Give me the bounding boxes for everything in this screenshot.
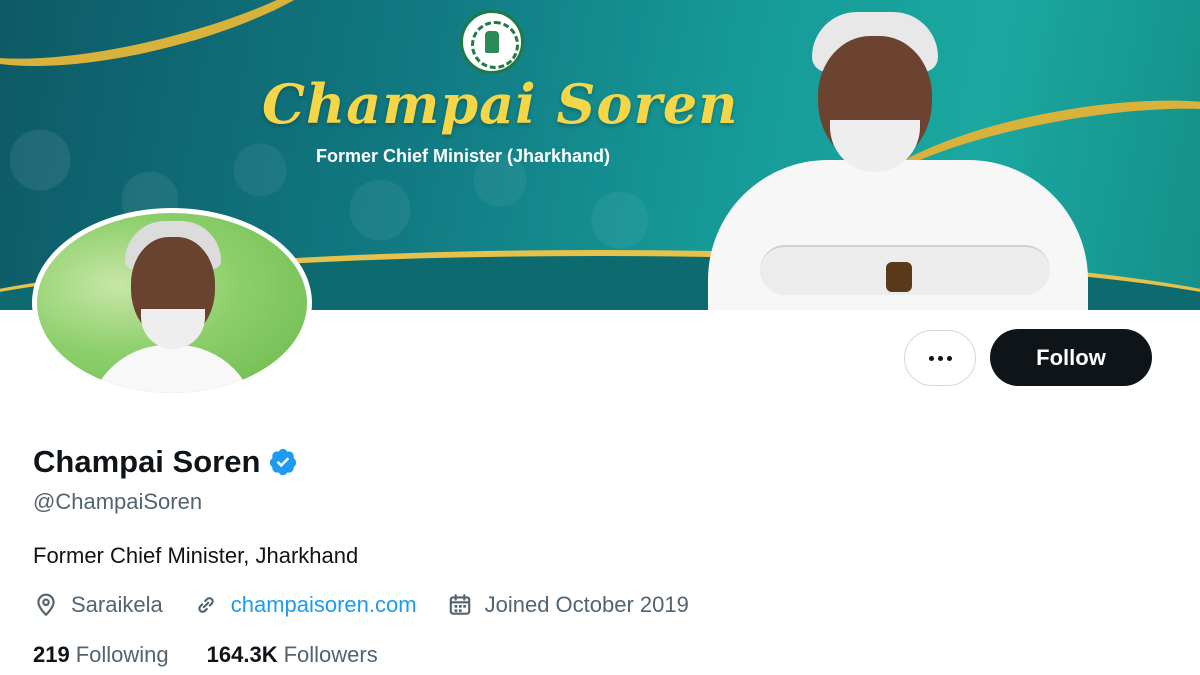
website-link[interactable]: champaisoren.com xyxy=(231,592,417,618)
more-options-button[interactable] xyxy=(904,330,976,386)
calendar-icon xyxy=(449,594,470,615)
joined-item: Joined October 2019 xyxy=(447,592,689,618)
banner-subtitle: Former Chief Minister (Jharkhand) xyxy=(316,146,611,166)
profile-name: Champai Soren xyxy=(33,444,261,479)
link-icon xyxy=(198,597,214,613)
location-text: Saraikela xyxy=(71,592,163,617)
profile-avatar[interactable] xyxy=(32,208,312,398)
followers-label: Followers xyxy=(283,642,378,667)
follow-stats: 219 Following 164.3K Followers xyxy=(33,642,378,668)
location-item: Saraikela xyxy=(33,592,163,618)
following-label: Following xyxy=(75,642,169,667)
profile-handle: @ChampaiSoren xyxy=(33,489,203,514)
followers-count: 164.3K xyxy=(206,642,278,667)
profile-meta-row: Saraikela champaisoren.com Joined Octobe… xyxy=(33,592,719,618)
following-link[interactable]: 219 Following xyxy=(33,642,169,668)
verified-badge-icon[interactable] xyxy=(268,447,298,477)
profile-bio: Former Chief Minister, Jharkhand xyxy=(33,543,359,568)
banner-title: Champai Soren xyxy=(262,72,739,136)
party-emblem-logo xyxy=(460,10,524,74)
followers-link[interactable]: 164.3K Followers xyxy=(207,642,378,668)
location-pin-icon xyxy=(37,593,55,617)
profile-name-row: Champai Soren xyxy=(33,444,298,480)
joined-text: Joined October 2019 xyxy=(484,592,689,617)
more-dots-icon xyxy=(928,355,952,361)
following-count: 219 xyxy=(33,642,70,667)
banner-portrait xyxy=(700,0,1100,310)
avatar-photo xyxy=(37,213,307,393)
website-item[interactable]: champaisoren.com xyxy=(193,592,417,618)
follow-button[interactable]: Follow xyxy=(990,329,1152,386)
